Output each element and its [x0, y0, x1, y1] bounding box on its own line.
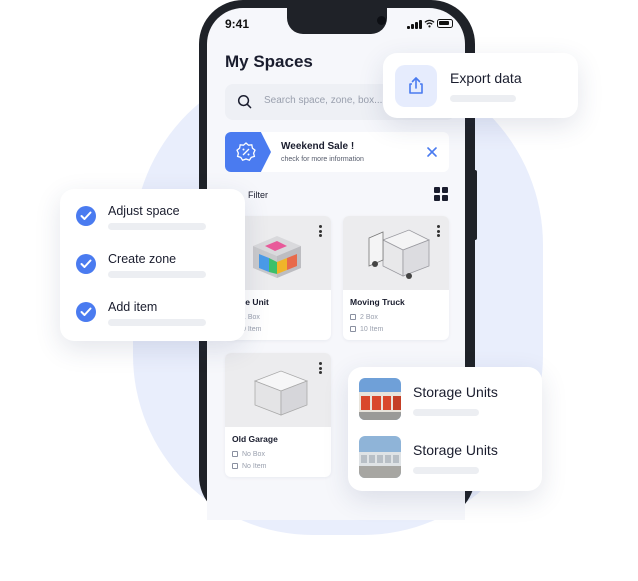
box-count: No Box	[232, 451, 265, 458]
space-name: Moving Truck	[350, 297, 405, 307]
task-label: Add item	[108, 300, 158, 314]
more-options-icon[interactable]	[437, 225, 441, 237]
placeholder-bar	[450, 95, 516, 102]
box-icon	[350, 314, 356, 320]
check-icon[interactable]	[76, 254, 96, 274]
promo-banner[interactable]: Weekend Sale ! check for more informatio…	[225, 132, 449, 172]
page-title: My Spaces	[225, 52, 313, 71]
space-name: Old Garage	[232, 434, 278, 444]
task-label: Adjust space	[108, 204, 180, 218]
space-thumbnail	[343, 216, 449, 290]
status-icons	[407, 19, 453, 29]
item-count: No Item	[232, 463, 267, 470]
filter-button[interactable]: Filter	[248, 190, 268, 200]
upload-icon	[395, 65, 437, 107]
search-icon	[237, 94, 252, 109]
phone-side-button	[473, 170, 477, 240]
item-icon	[232, 463, 238, 469]
phone-notch	[287, 8, 387, 34]
unit-label: Storage Units	[413, 384, 498, 400]
promo-title: Weekend Sale !	[281, 141, 355, 152]
task-checklist-card: Adjust space Create zone Add item	[60, 189, 245, 341]
battery-icon	[437, 19, 453, 28]
unit-label: Storage Units	[413, 442, 498, 458]
space-card[interactable]: Old Garage No Box No Item	[225, 353, 331, 477]
box-count: 2 Box	[350, 314, 378, 321]
task-label: Create zone	[108, 252, 177, 266]
wifi-icon	[424, 19, 435, 28]
storage-unit-photo[interactable]	[359, 378, 401, 420]
item-icon	[350, 326, 356, 332]
item-count: 10 Item	[350, 326, 383, 333]
status-time: 9:41	[225, 17, 250, 31]
check-icon[interactable]	[76, 206, 96, 226]
grid-view-icon[interactable]	[434, 187, 448, 201]
storage-unit-photo[interactable]	[359, 436, 401, 478]
space-thumbnail	[225, 353, 331, 427]
more-options-icon[interactable]	[319, 362, 323, 374]
placeholder-bar	[413, 409, 479, 416]
check-icon[interactable]	[76, 302, 96, 322]
box-icon	[232, 451, 238, 457]
close-icon[interactable]	[425, 145, 439, 159]
search-placeholder: Search space, zone, box...	[264, 95, 383, 106]
promo-subtitle: check for more information	[281, 156, 364, 163]
export-title: Export data	[450, 70, 522, 86]
placeholder-bar	[108, 223, 206, 230]
space-card[interactable]: Moving Truck 2 Box 10 Item	[343, 216, 449, 340]
placeholder-bar	[413, 467, 479, 474]
export-card[interactable]: Export data	[383, 53, 578, 118]
discount-badge-icon	[225, 132, 271, 172]
placeholder-bar	[108, 319, 206, 326]
storage-units-card: Storage Units Storage Units	[348, 367, 542, 491]
placeholder-bar	[108, 271, 206, 278]
more-options-icon[interactable]	[319, 225, 323, 237]
